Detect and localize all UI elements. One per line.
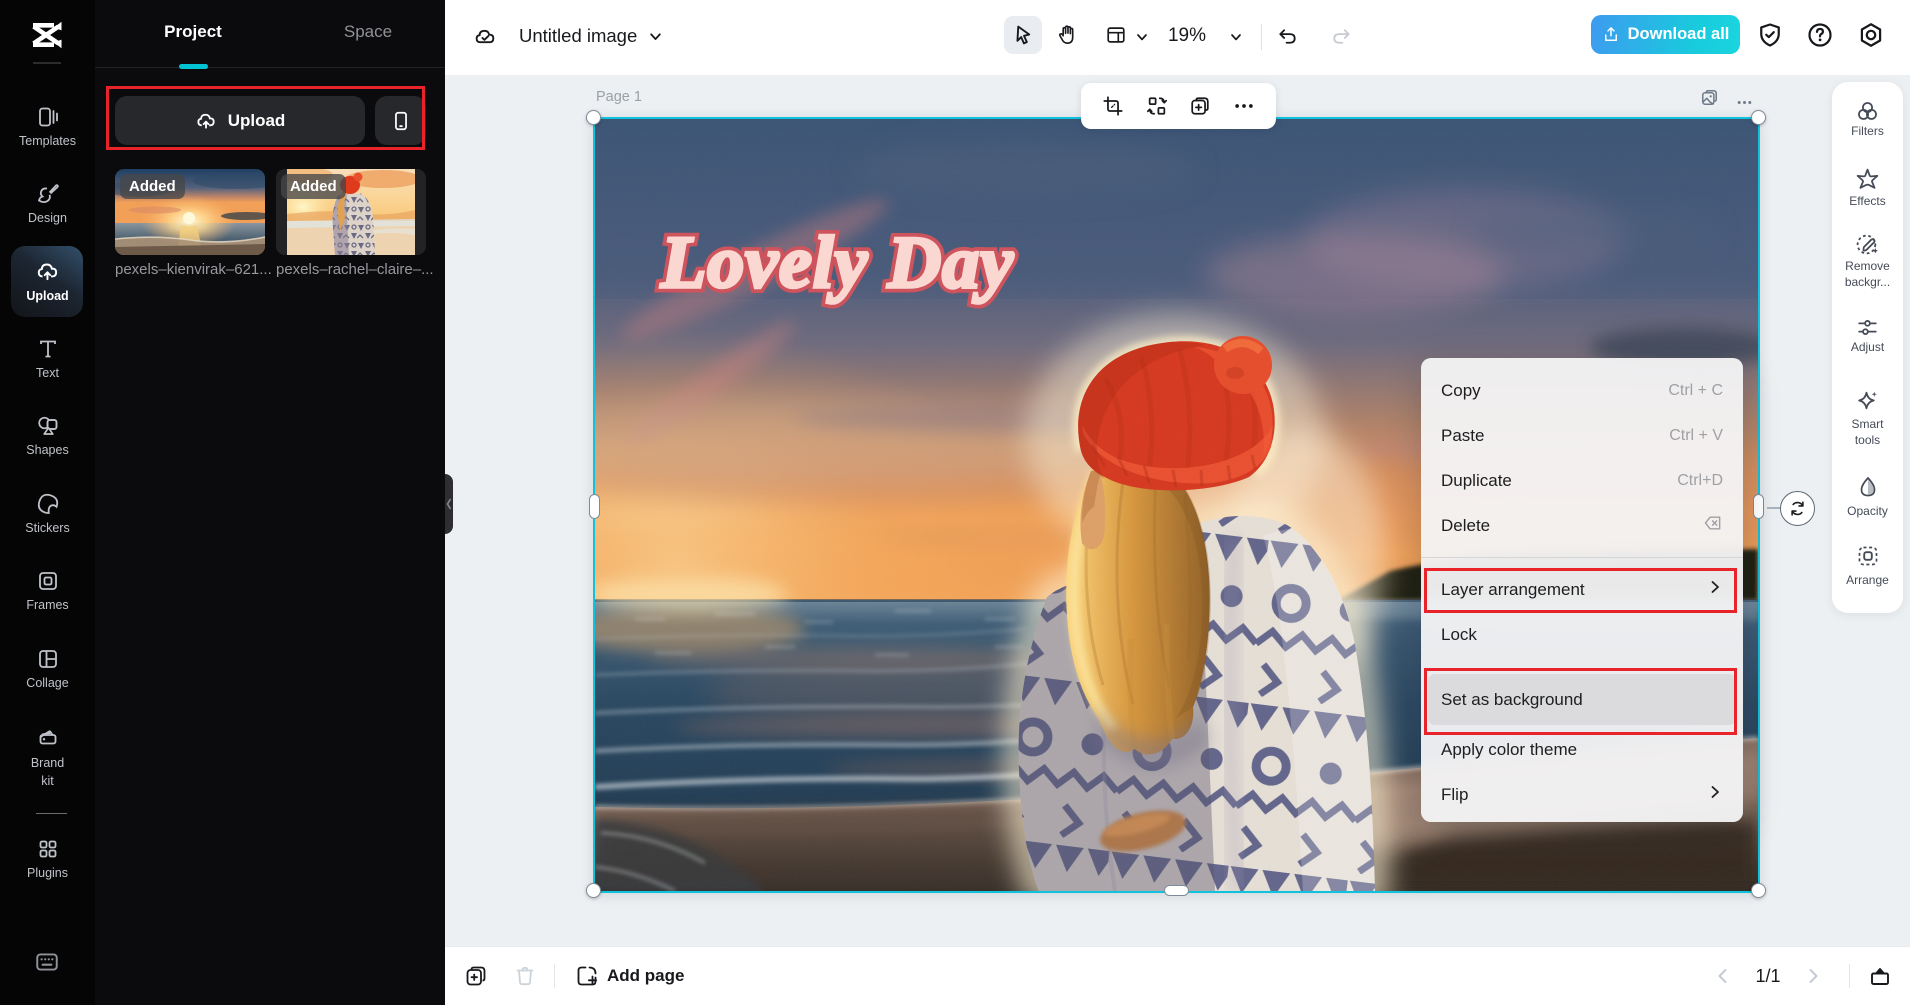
svg-text:Lovely Day: Lovely Day bbox=[660, 222, 1014, 304]
